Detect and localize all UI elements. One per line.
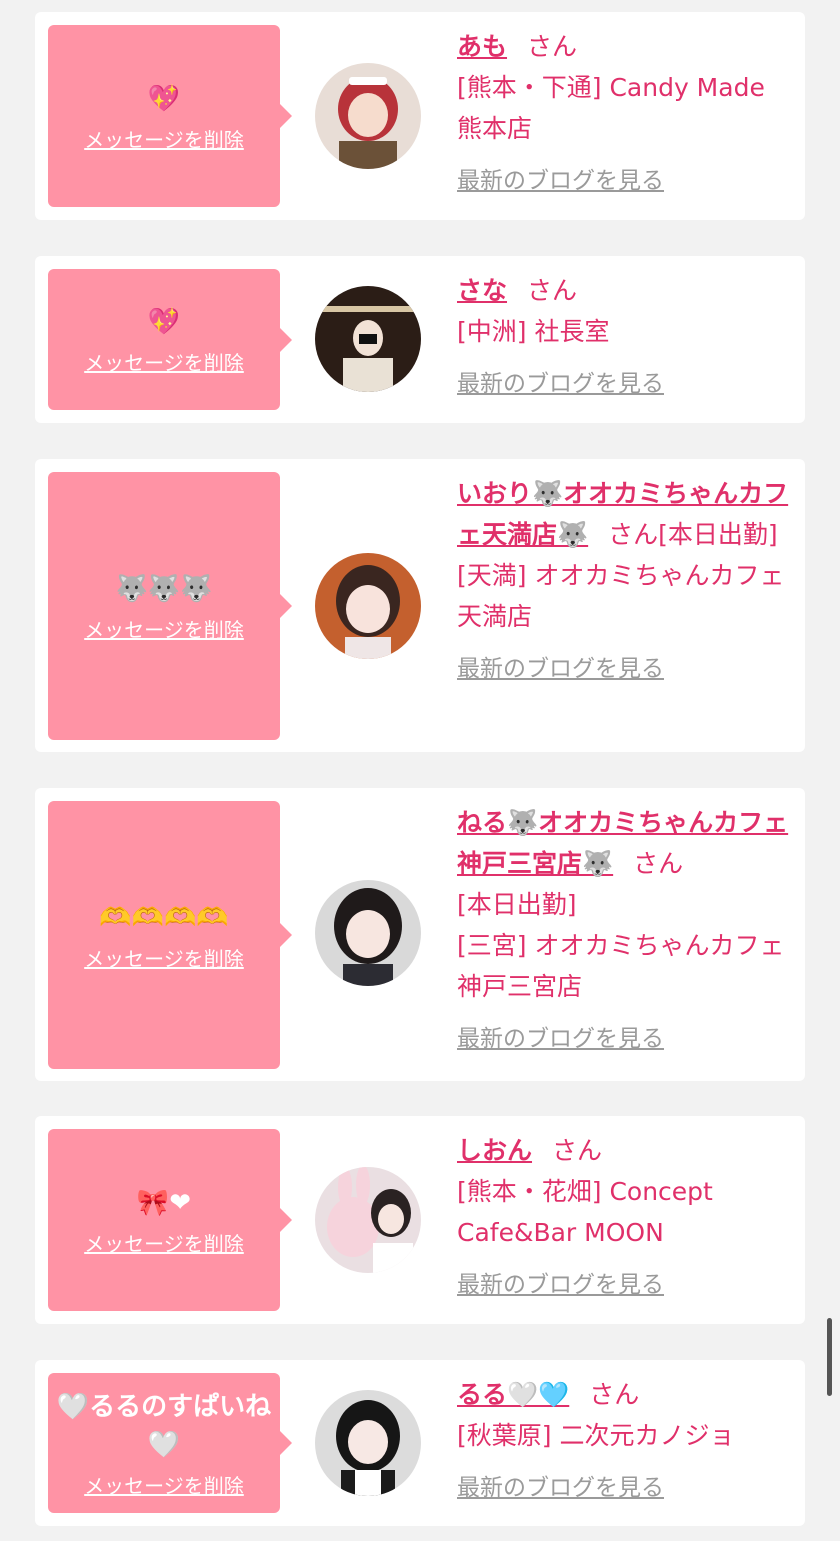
cast-info: ねる🐺オオカミちゃんカフェ神戸三宮店🐺 さん [本日出勤] [三宮] オオカミちゃ… [457,802,792,1060]
shop-name: [熊本・花畑] Concept Cafe&Bar MOON [457,1177,713,1247]
message-text: 🎀❤ [136,1187,192,1218]
message-bubble: 💖 メッセージを削除 [48,269,292,410]
name-line: さな さん [457,270,792,311]
message-text: 🐺🐺🐺 [115,573,213,604]
cast-name-link[interactable]: しおん [457,1136,532,1165]
name-line: ねる🐺オオカミちゃんカフェ神戸三宮店🐺 さん [457,802,792,884]
honorific: さん [589,1380,640,1409]
message-card: 💖 メッセージを削除 さな さん [中洲] 社長室 最新のブログを見る [35,256,805,423]
latest-blog-link[interactable]: 最新のブログを見る [457,1019,664,1060]
message-text: 🤍るるのすぱいね🤍 [56,1391,272,1460]
message-text: 💖 [147,307,181,337]
cast-name-link[interactable]: るる🤍🩵 [457,1380,569,1409]
cast-info: るる🤍🩵 さん [秋葉原] 二次元カノジョ 最新のブログを見る [457,1374,792,1509]
honorific: さん [527,276,578,305]
latest-blog-link[interactable]: 最新のブログを見る [457,1468,664,1509]
avatar[interactable] [315,1167,421,1273]
cast-info: あも さん [熊本・下通] Candy Made 熊本店 最新のブログを見る [457,26,792,202]
message-bubble: 🫶🫶🫶🫶 メッセージを削除 [48,801,292,1069]
honorific: さん [633,849,684,878]
latest-blog-link[interactable]: 最新のブログを見る [457,649,664,690]
message-text: 🫶🫶🫶🫶 [99,902,229,933]
name-line: るる🤍🩵 さん [457,1374,792,1415]
cast-name-link[interactable]: あも [457,32,507,61]
name-line: あも さん [457,26,792,67]
message-card: 🐺🐺🐺 メッセージを削除 いおり🐺オオカミちゃんカフェ天満店🐺 さん[本日出勤] … [35,459,805,752]
cast-name-link[interactable]: ねる🐺オオカミちゃんカフェ神戸三宮店🐺 [457,808,788,878]
name-line: いおり🐺オオカミちゃんカフェ天満店🐺 さん[本日出勤] [457,473,792,555]
avatar[interactable] [315,1390,421,1496]
avatar-photo-icon [315,63,421,169]
avatar-photo-icon [315,880,421,986]
avatar[interactable] [315,63,421,169]
delete-message-link[interactable]: メッセージを削除 [84,124,244,153]
cast-name-link[interactable]: さな [457,276,507,305]
honorific: さん [527,32,578,61]
latest-blog-link[interactable]: 最新のブログを見る [457,1265,664,1306]
latest-blog-link[interactable]: 最新のブログを見る [457,161,664,202]
avatar[interactable] [315,880,421,986]
name-line: しおん さん [457,1130,792,1171]
shop-name: [中洲] 社長室 [457,317,610,346]
cast-status: [本日出勤] [457,890,577,919]
scrollbar[interactable] [827,1318,832,1396]
message-list: 💖 メッセージを削除 あも さん [熊本・下通] Candy Made 熊本店 最… [0,0,840,1541]
avatar-photo-icon [315,1167,421,1273]
message-card: 🤍るるのすぱいね🤍 メッセージを削除 るる🤍🩵 さん [秋葉原] 二次元カノジョ … [35,1360,805,1526]
delete-message-link[interactable]: メッセージを削除 [84,347,244,376]
delete-message-link[interactable]: メッセージを削除 [84,1228,244,1257]
avatar[interactable] [315,286,421,392]
message-card: 🫶🫶🫶🫶 メッセージを削除 ねる🐺オオカミちゃんカフェ神戸三宮店🐺 さん [本日出… [35,788,805,1081]
shop-name: [熊本・下通] Candy Made 熊本店 [457,73,765,143]
message-card: 🎀❤ メッセージを削除 しおん さん [熊本・花畑] Concept Cafe&B… [35,1116,805,1324]
cast-info: さな さん [中洲] 社長室 最新のブログを見る [457,270,792,405]
delete-message-link[interactable]: メッセージを削除 [84,943,244,972]
latest-blog-link[interactable]: 最新のブログを見る [457,364,664,405]
shop-name: [天満] オオカミちゃんカフェ天満店 [457,561,785,631]
cast-info: しおん さん [熊本・花畑] Concept Cafe&Bar MOON 最新のブ… [457,1130,792,1306]
message-bubble: 🎀❤ メッセージを削除 [48,1129,292,1311]
avatar-photo-icon [315,1390,421,1496]
message-text: 💖 [147,83,181,114]
delete-message-link[interactable]: メッセージを削除 [84,1470,244,1499]
shop-name: [三宮] オオカミちゃんカフェ神戸三宮店 [457,931,785,1001]
delete-message-link[interactable]: メッセージを削除 [84,614,244,643]
avatar[interactable] [315,553,421,659]
message-card: 💖 メッセージを削除 あも さん [熊本・下通] Candy Made 熊本店 最… [35,12,805,220]
avatar-photo-icon [315,553,421,659]
message-bubble: 💖 メッセージを削除 [48,25,292,207]
shop-name: [秋葉原] 二次元カノジョ [457,1421,735,1450]
avatar-photo-icon [315,286,421,392]
honorific: さん[本日出勤] [608,520,778,549]
message-bubble: 🐺🐺🐺 メッセージを削除 [48,472,292,740]
message-bubble: 🤍るるのすぱいね🤍 メッセージを削除 [48,1373,292,1513]
cast-info: いおり🐺オオカミちゃんカフェ天満店🐺 さん[本日出勤] [天満] オオカミちゃんカ… [457,473,792,690]
honorific: さん [552,1136,603,1165]
